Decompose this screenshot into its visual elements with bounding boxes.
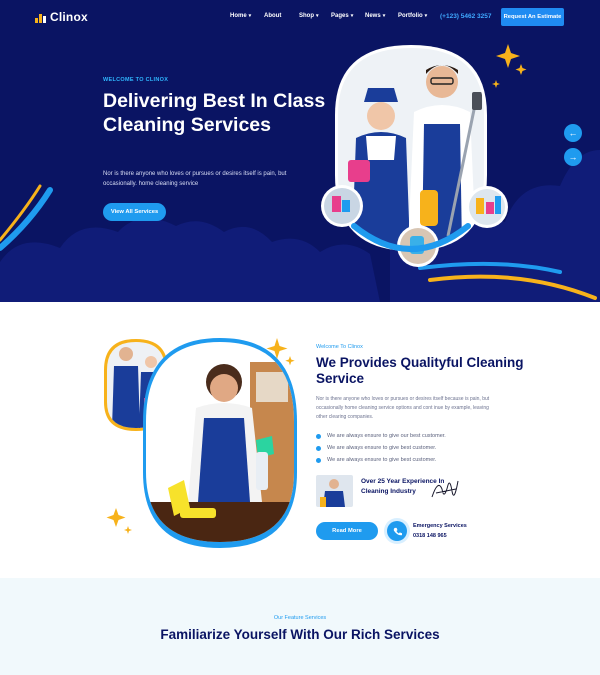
services-title: Familiarize Yourself With Our Rich Servi…: [160, 627, 440, 642]
bullet-icon: [316, 457, 321, 463]
list-item-text: We are always ensure to give best custom…: [327, 445, 437, 451]
list-item: We are always ensure to give best custom…: [316, 442, 446, 454]
phone-icon: [393, 527, 402, 535]
list-item: We are always ensure to give best custom…: [316, 454, 446, 466]
hero-illustration: [321, 44, 527, 267]
emergency-label: Emergency Services: [413, 523, 467, 529]
phone-button[interactable]: [387, 521, 407, 541]
services-eyebrow: Our Feature Services: [273, 615, 327, 621]
feature-checklist: We are always ensure to give our best cu…: [316, 430, 446, 466]
list-item-text: We are always ensure to give best custom…: [327, 457, 437, 463]
experience-thumbnail: [316, 475, 353, 507]
bullet-icon: [316, 433, 321, 439]
bullet-icon: [316, 445, 321, 451]
slider-prev-button[interactable]: ←: [564, 124, 582, 142]
services-section: Our Feature Services Familiarize Yoursel…: [0, 578, 600, 675]
slider-next-button[interactable]: →: [564, 148, 582, 166]
list-item-text: We are always ensure to give our best cu…: [327, 433, 446, 439]
about-title: We Provides Qualityful Cleaning Service: [316, 355, 524, 386]
signature-image: [431, 480, 459, 498]
about-illustration: [104, 338, 297, 548]
emergency-number[interactable]: 0318 148 965: [413, 533, 447, 539]
read-more-button[interactable]: Read More: [316, 522, 378, 540]
about-eyebrow: Welcome To Clinox: [316, 344, 363, 350]
list-item: We are always ensure to give our best cu…: [316, 430, 446, 442]
about-description: Nor is there anyone who loves or pursues…: [316, 396, 490, 420]
hero-section: Clinox Home ▾ About Shop ▾ Pages ▾ News ▾ Po…: [0, 0, 600, 302]
cleaners-photo: [338, 48, 484, 248]
